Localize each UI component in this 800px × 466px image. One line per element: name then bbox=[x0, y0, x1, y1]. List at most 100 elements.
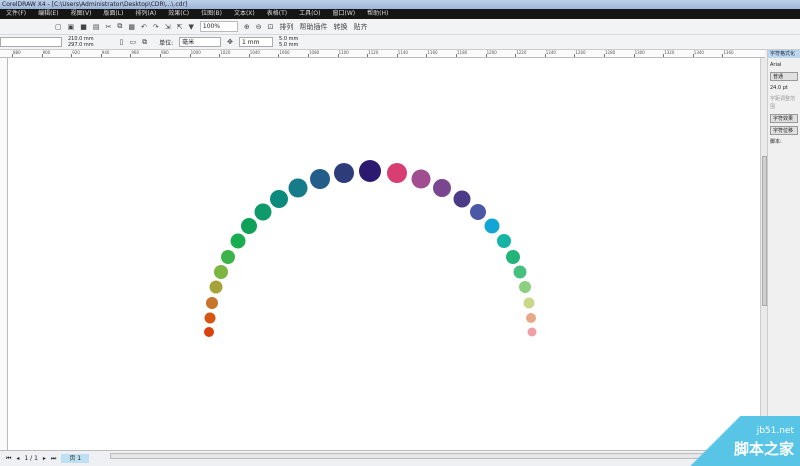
color-dot[interactable] bbox=[513, 265, 527, 279]
menu-item[interactable]: 文本(X) bbox=[229, 9, 260, 19]
all-pages-icon[interactable]: ⧉ bbox=[142, 38, 147, 47]
color-dot[interactable] bbox=[453, 190, 471, 208]
ruler-tick bbox=[456, 54, 457, 57]
menu-item[interactable]: 编辑(E) bbox=[33, 9, 63, 19]
color-dot[interactable] bbox=[221, 250, 235, 264]
ruler-tick bbox=[219, 54, 221, 57]
ruler-tick bbox=[515, 54, 517, 57]
export-icon[interactable]: ⇱ bbox=[177, 23, 183, 31]
color-dot[interactable] bbox=[230, 233, 246, 249]
drawing-canvas[interactable] bbox=[8, 58, 760, 450]
menu-item[interactable]: 排列(A) bbox=[130, 9, 161, 19]
tb-item-3[interactable]: 贴齐 bbox=[354, 22, 368, 32]
window-title: CorelDRAW X4 - [C:\Users\Administrator\D… bbox=[2, 1, 188, 8]
units-select[interactable]: 毫米 bbox=[179, 37, 222, 47]
save-icon[interactable]: ■ bbox=[80, 23, 87, 31]
color-dot[interactable] bbox=[523, 297, 535, 309]
ruler-label: 1320 bbox=[664, 50, 675, 55]
color-dot[interactable] bbox=[254, 203, 272, 221]
menu-item[interactable]: 视图(V) bbox=[66, 9, 97, 19]
font-select[interactable]: Arial bbox=[770, 61, 798, 69]
ruler-tick bbox=[485, 54, 487, 57]
ruler-label: 1200 bbox=[486, 50, 497, 55]
color-dot[interactable] bbox=[241, 218, 257, 234]
landscape-icon[interactable]: ▭ bbox=[130, 38, 137, 46]
color-dot[interactable] bbox=[214, 265, 228, 279]
page-height[interactable]: 297.0 mm bbox=[68, 42, 94, 48]
paper-size-select[interactable] bbox=[0, 37, 62, 47]
color-dot[interactable] bbox=[411, 169, 431, 189]
open-icon[interactable]: ▣ bbox=[68, 23, 75, 31]
color-dot[interactable] bbox=[288, 178, 308, 198]
tb-item-2[interactable]: 转换 bbox=[334, 22, 348, 32]
zoom-level-select[interactable]: 100% bbox=[199, 21, 238, 32]
prev-page-icon[interactable]: ◂ bbox=[16, 455, 19, 462]
ruler-tick bbox=[189, 54, 191, 57]
print-icon[interactable]: ▤ bbox=[93, 23, 100, 31]
color-dot[interactable] bbox=[433, 179, 451, 197]
ruler-label: 1020 bbox=[220, 50, 231, 55]
color-dot[interactable] bbox=[206, 297, 218, 309]
import-icon[interactable]: ⇲ bbox=[165, 23, 171, 31]
menu-item[interactable]: 工具(O) bbox=[294, 9, 325, 19]
ruler-tick bbox=[692, 54, 694, 57]
color-dot[interactable] bbox=[270, 190, 288, 208]
ruler-tick bbox=[604, 54, 605, 57]
application-launcher-icon[interactable]: ▼ bbox=[189, 23, 194, 31]
zoom-icon[interactable]: ⊕ bbox=[244, 23, 250, 31]
color-dot[interactable] bbox=[334, 163, 354, 183]
menu-item[interactable]: 表格(T) bbox=[262, 9, 292, 19]
docker-title: 字符格式化 bbox=[768, 50, 800, 58]
tb-item-0[interactable]: 排列 bbox=[280, 22, 294, 32]
vertical-scrollbar[interactable] bbox=[760, 58, 767, 450]
color-dot[interactable] bbox=[484, 218, 500, 234]
character-effects-button[interactable]: 字符效果 bbox=[770, 114, 798, 123]
font-size-input[interactable]: 24.0 pt bbox=[770, 84, 798, 92]
menu-item[interactable]: 效果(C) bbox=[163, 9, 194, 19]
tb-item-1[interactable]: 帮助插件 bbox=[300, 22, 328, 32]
color-dot[interactable] bbox=[310, 169, 330, 189]
color-dot[interactable] bbox=[204, 327, 214, 337]
zoom-out-icon[interactable]: ⊖ bbox=[256, 23, 262, 31]
undo-icon[interactable]: ↶ bbox=[141, 23, 147, 31]
character-shift-button[interactable]: 字符位移 bbox=[770, 126, 798, 135]
menu-item[interactable]: 版面(L) bbox=[98, 9, 128, 19]
paste-icon[interactable]: ▦ bbox=[128, 23, 135, 31]
dot-arc-artwork[interactable] bbox=[8, 58, 760, 450]
ruler-tick bbox=[663, 54, 665, 57]
color-dot[interactable] bbox=[497, 234, 511, 248]
duplicate-distance: 5.0 mm 5.0 mm bbox=[279, 36, 298, 48]
portrait-icon[interactable]: ▯ bbox=[120, 38, 124, 46]
first-page-icon[interactable]: ⏮ bbox=[6, 455, 11, 463]
color-dot[interactable] bbox=[526, 313, 536, 323]
horizontal-ruler[interactable]: 880 900 920 940 960 980 1000 1020 1040 1060 1080 11… bbox=[0, 50, 765, 58]
color-dot[interactable] bbox=[204, 312, 216, 324]
color-dot[interactable] bbox=[359, 160, 381, 182]
copy-icon[interactable]: ⧉ bbox=[117, 22, 122, 31]
menu-item[interactable]: 窗口(W) bbox=[328, 9, 361, 19]
new-icon[interactable]: ▢ bbox=[55, 23, 62, 31]
color-dot[interactable] bbox=[519, 281, 531, 293]
color-dot[interactable] bbox=[506, 250, 520, 264]
ruler-label: 1160 bbox=[427, 50, 438, 55]
next-page-icon[interactable]: ▸ bbox=[43, 455, 46, 462]
redo-icon[interactable]: ↷ bbox=[153, 23, 159, 31]
vertical-ruler[interactable] bbox=[0, 58, 8, 450]
menu-item[interactable]: 文件(F) bbox=[1, 9, 31, 19]
color-dot[interactable] bbox=[387, 163, 407, 183]
menu-item[interactable]: 帮助(H) bbox=[362, 9, 393, 19]
ruler-label: 880 bbox=[13, 50, 21, 55]
color-dot[interactable] bbox=[470, 204, 486, 220]
ruler-label: 1000 bbox=[190, 50, 201, 55]
color-dot[interactable] bbox=[209, 280, 223, 294]
dup-y[interactable]: 5.0 mm bbox=[279, 42, 298, 48]
last-page-icon[interactable]: ⏭ bbox=[51, 455, 56, 463]
color-dot[interactable] bbox=[527, 327, 537, 337]
zoom-page-icon[interactable]: ⊡ bbox=[268, 23, 274, 31]
page-tab[interactable]: 页 1 bbox=[61, 454, 90, 463]
nudge-input[interactable]: 1 mm bbox=[239, 37, 274, 47]
ruler-label: 1280 bbox=[605, 50, 616, 55]
cut-icon[interactable]: ✂ bbox=[106, 23, 112, 31]
menu-item[interactable]: 位图(B) bbox=[196, 9, 227, 19]
font-style-select[interactable]: 普通 bbox=[770, 72, 798, 81]
